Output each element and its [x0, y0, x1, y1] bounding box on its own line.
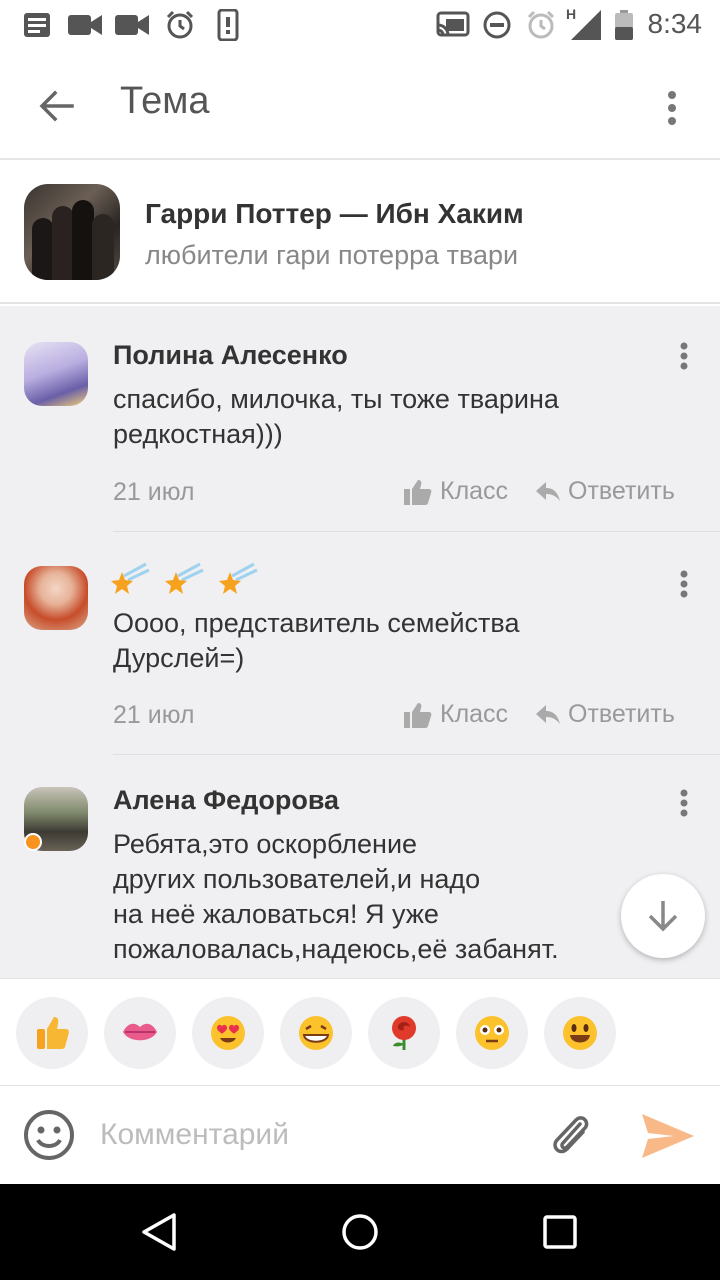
comment-author[interactable]: Полина Алесенко — [113, 340, 348, 371]
more-vert-icon — [668, 91, 676, 125]
comment-line: на неё жаловаться! Я уже — [113, 899, 439, 929]
emoji-thumbs-up-button[interactable] — [16, 997, 88, 1069]
more-vert-icon — [680, 342, 688, 370]
send-button[interactable] — [638, 1108, 698, 1164]
emoji-kiss-button[interactable] — [104, 997, 176, 1069]
comment-item: Алена Федорова Ребята,это оскорбление др… — [0, 755, 720, 978]
reply-label: Ответить — [568, 700, 675, 728]
thumbs-up-emoji-icon — [37, 1017, 69, 1049]
paperclip-icon — [553, 1116, 589, 1154]
shooting-star-icon — [219, 562, 258, 594]
comment-menu-button[interactable] — [672, 566, 696, 602]
shooting-star-icon — [165, 562, 204, 594]
reply-label: Ответить — [568, 477, 675, 505]
emoji-heart-eyes-button[interactable] — [192, 997, 264, 1069]
overflow-menu-button[interactable] — [648, 78, 696, 138]
app-bar: Тема — [0, 50, 720, 160]
network-type-label: H — [566, 6, 577, 22]
comment-line: пожаловалась,надеюсь,её забанят. — [113, 934, 559, 964]
comment-menu-button[interactable] — [672, 785, 696, 821]
smile-icon — [24, 1110, 74, 1160]
shooting-star-icon — [111, 562, 150, 594]
comment-text: Оооо, представитель семейства Дурслей=) — [113, 606, 653, 676]
like-button[interactable]: Класс — [404, 477, 508, 506]
comment-line: спасибо, милочка, ты тоже тварина — [113, 384, 559, 414]
phone-vibrate-icon — [215, 9, 241, 41]
grinning-emoji-icon — [299, 1016, 333, 1050]
reply-button[interactable]: Ответить — [536, 700, 675, 729]
attach-button[interactable] — [546, 1106, 596, 1164]
reply-icon — [536, 704, 560, 724]
circle-home-icon — [342, 1214, 378, 1250]
emoji-rose-button[interactable] — [368, 997, 440, 1069]
nav-recents-button[interactable] — [530, 1202, 590, 1262]
comment-input[interactable] — [100, 1112, 520, 1158]
back-button[interactable] — [24, 74, 88, 138]
like-label: Класс — [440, 477, 509, 505]
nav-back-button[interactable] — [130, 1202, 190, 1262]
comment-item: Оооо, представитель семейства Дурслей=) … — [0, 532, 720, 755]
like-button[interactable]: Класс — [404, 700, 508, 729]
group-avatar[interactable] — [24, 184, 120, 280]
signal-icon: H — [566, 6, 602, 40]
more-vert-icon — [680, 570, 688, 598]
comment-line: редкостная))) — [113, 419, 283, 449]
group-name[interactable]: Гарри Поттер — Ибн Хаким — [145, 198, 524, 230]
comment-menu-button[interactable] — [672, 338, 696, 374]
cast-icon — [436, 10, 470, 40]
comment-line: Оооо, представитель семейства — [113, 608, 520, 638]
kiss-lips-emoji-icon — [123, 1023, 157, 1041]
comment-date: 21 июл — [113, 701, 195, 729]
video-icon — [68, 10, 102, 40]
author-decoration[interactable] — [110, 562, 258, 598]
avatar[interactable] — [24, 342, 88, 406]
emoji-smile-button[interactable] — [544, 997, 616, 1069]
page-title: Тема — [120, 80, 210, 122]
battery-icon — [614, 10, 634, 40]
do-not-disturb-icon — [482, 10, 512, 40]
emoji-flushed-button[interactable] — [456, 997, 528, 1069]
heart-eyes-emoji-icon — [211, 1016, 245, 1050]
emoji-grin-button[interactable] — [280, 997, 352, 1069]
square-recents-icon — [543, 1215, 577, 1249]
comment-text: Ребята,это оскорбление других пользовате… — [113, 827, 653, 967]
comment-line: Дурслей=) — [113, 643, 245, 673]
group-header[interactable]: Гарри Поттер — Ибн Хаким любители гари п… — [0, 162, 720, 304]
comment-line: других пользователей,и надо — [113, 864, 481, 894]
notes-icon — [22, 10, 52, 40]
alarm-icon — [525, 10, 557, 40]
arrow-down-icon — [648, 901, 678, 932]
comment-date: 21 июл — [113, 478, 195, 506]
status-bar: H 8:34 — [0, 0, 720, 50]
system-navigation-bar — [0, 1184, 720, 1280]
flushed-emoji-icon — [475, 1016, 509, 1050]
send-icon — [642, 1114, 694, 1158]
reply-button[interactable]: Ответить — [536, 477, 675, 506]
comments-feed[interactable]: Полина Алесенко спасибо, милочка, ты тож… — [0, 306, 720, 978]
nav-home-button[interactable] — [330, 1202, 390, 1262]
online-indicator — [24, 833, 42, 851]
group-subtitle: любители гари потерра твари — [145, 240, 519, 270]
triangle-back-icon — [142, 1213, 176, 1251]
reply-icon — [536, 481, 560, 501]
alarm-icon — [164, 10, 196, 40]
more-vert-icon — [680, 789, 688, 817]
thumbs-up-icon — [404, 479, 432, 505]
clock: 8:34 — [647, 8, 703, 39]
rose-emoji-icon — [392, 1016, 416, 1050]
comment-author[interactable]: Алена Федорова — [113, 785, 339, 816]
quick-emoji-bar — [0, 978, 720, 1086]
scroll-to-bottom-button[interactable] — [621, 874, 705, 958]
comment-text: спасибо, милочка, ты тоже тварина редкос… — [113, 382, 653, 452]
avatar[interactable] — [24, 566, 88, 630]
smiley-emoji-icon — [563, 1016, 597, 1050]
like-label: Класс — [440, 700, 509, 728]
comment-composer — [0, 1086, 720, 1184]
comment-line: Ребята,это оскорбление — [113, 829, 418, 859]
thumbs-up-icon — [404, 702, 432, 728]
video-icon — [115, 10, 149, 40]
emoji-picker-button[interactable] — [22, 1108, 76, 1162]
arrow-left-icon — [39, 90, 74, 122]
comment-item: Полина Алесенко спасибо, милочка, ты тож… — [0, 306, 720, 532]
